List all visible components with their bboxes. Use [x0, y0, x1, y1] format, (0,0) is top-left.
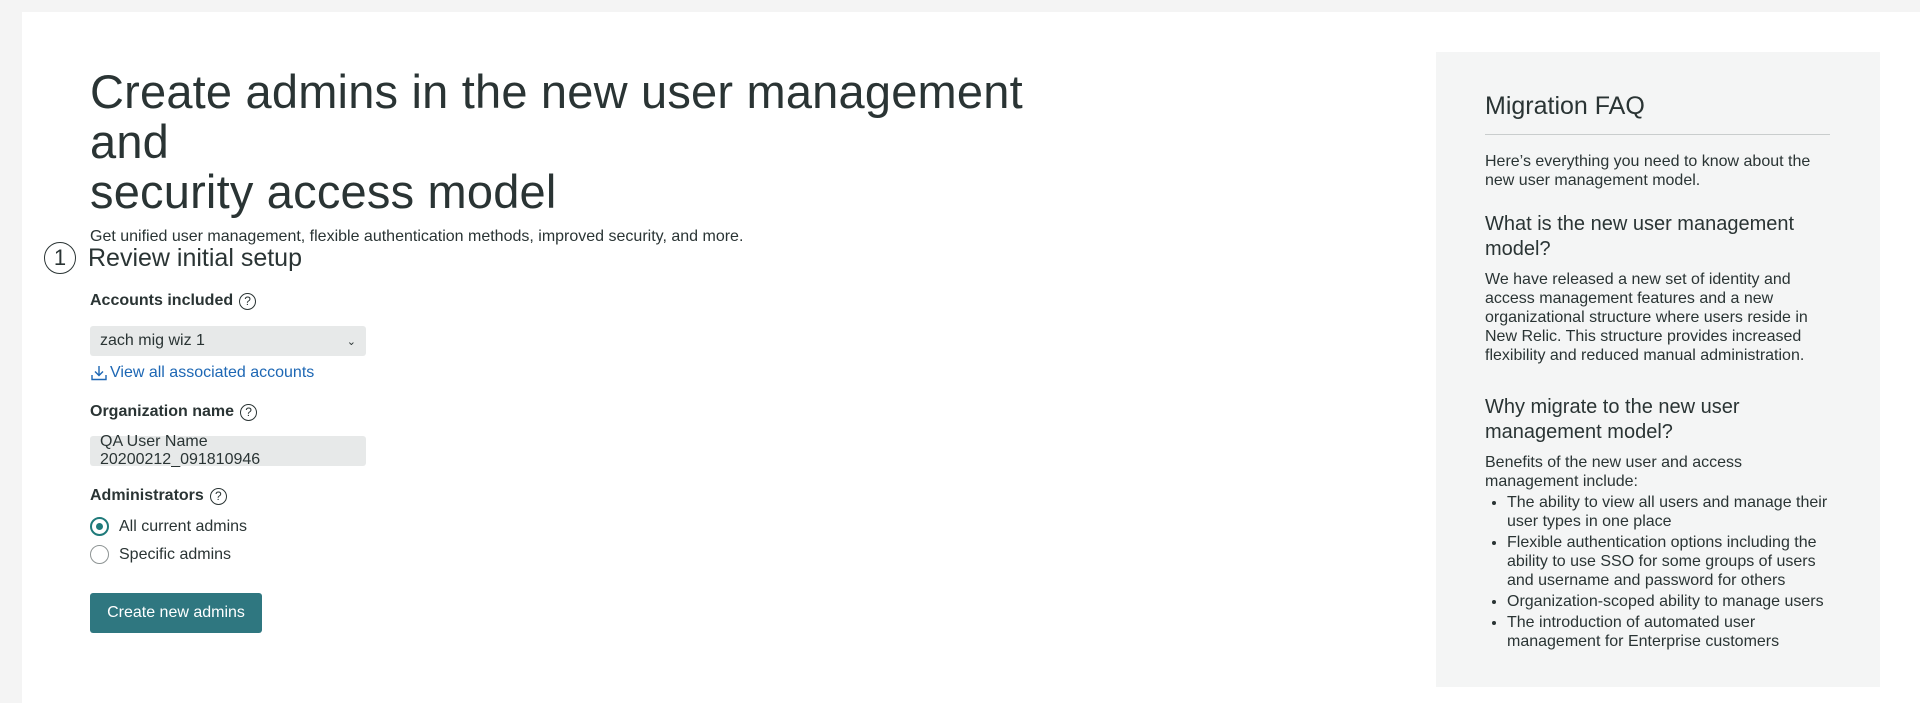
list-item: Organization-scoped ability to manage us…	[1507, 592, 1830, 611]
help-icon[interactable]: ?	[239, 292, 257, 310]
benefits-list: The ability to view all users and manage…	[1485, 493, 1830, 651]
list-item: The ability to view all users and manage…	[1507, 493, 1830, 531]
faq-intro: Here’s everything you need to know about…	[1485, 153, 1811, 189]
radio-button-checked[interactable]	[90, 517, 109, 536]
page-title: Create admins in the new user management…	[90, 67, 1050, 217]
organization-label: Organization name ?	[90, 403, 258, 421]
accounts-select-value: zach mig wiz 1	[100, 332, 205, 349]
setup-section: Create admins in the new user management…	[44, 67, 1050, 633]
view-accounts-link-text: View all associated accounts	[110, 364, 315, 381]
help-icon[interactable]: ?	[209, 487, 227, 505]
faq-answer: Benefits of the new user and access mana…	[1485, 454, 1743, 490]
accounts-select[interactable]: zach mig wiz 1 ⌄	[90, 326, 366, 356]
radio-label: Specific admins	[119, 545, 232, 563]
radio-label: All current admins	[119, 517, 248, 535]
main-card: Create admins in the new user management…	[22, 12, 1920, 703]
radio-button[interactable]	[90, 545, 109, 564]
list-item: Flexible authentication options includin…	[1507, 533, 1830, 590]
view-accounts-link[interactable]: View all associated accounts	[90, 364, 314, 382]
administrators-label: Administrators ?	[90, 487, 227, 505]
accounts-label-text: Accounts included	[90, 292, 234, 309]
help-icon[interactable]: ?	[240, 403, 258, 421]
radio-specific-admins[interactable]: Specific admins	[90, 545, 231, 564]
migration-faq-panel: Migration FAQ Here’s everything you need…	[1436, 52, 1880, 687]
faq-answer: We have released a new set of identity a…	[1485, 271, 1808, 364]
radio-all-admins[interactable]: All current admins	[90, 517, 247, 536]
step-number-badge: 1	[44, 242, 76, 274]
create-new-admins-button[interactable]: Create new admins	[90, 593, 262, 633]
chevron-down-icon: ⌄	[346, 335, 356, 348]
faq-title: Migration FAQ	[1485, 92, 1830, 135]
list-item: The introduction of automated user manag…	[1507, 613, 1830, 651]
step-header: 1 Review initial setup	[44, 242, 302, 274]
download-icon	[91, 366, 107, 381]
faq-question: Why migrate to the new user management m…	[1485, 396, 1740, 443]
organization-name-input[interactable]: QA User Name 20200212_091810946	[90, 433, 366, 468]
faq-question: What is the new user management model?	[1485, 213, 1795, 260]
page-title-line-1: Create admins in the new user management…	[90, 65, 1023, 168]
page-title-line-2: security access model	[90, 165, 557, 218]
accounts-label: Accounts included ?	[90, 292, 257, 310]
administrators-label-text: Administrators	[90, 487, 204, 504]
step-title: Review initial setup	[88, 243, 302, 272]
organization-label-text: Organization name	[90, 403, 235, 420]
